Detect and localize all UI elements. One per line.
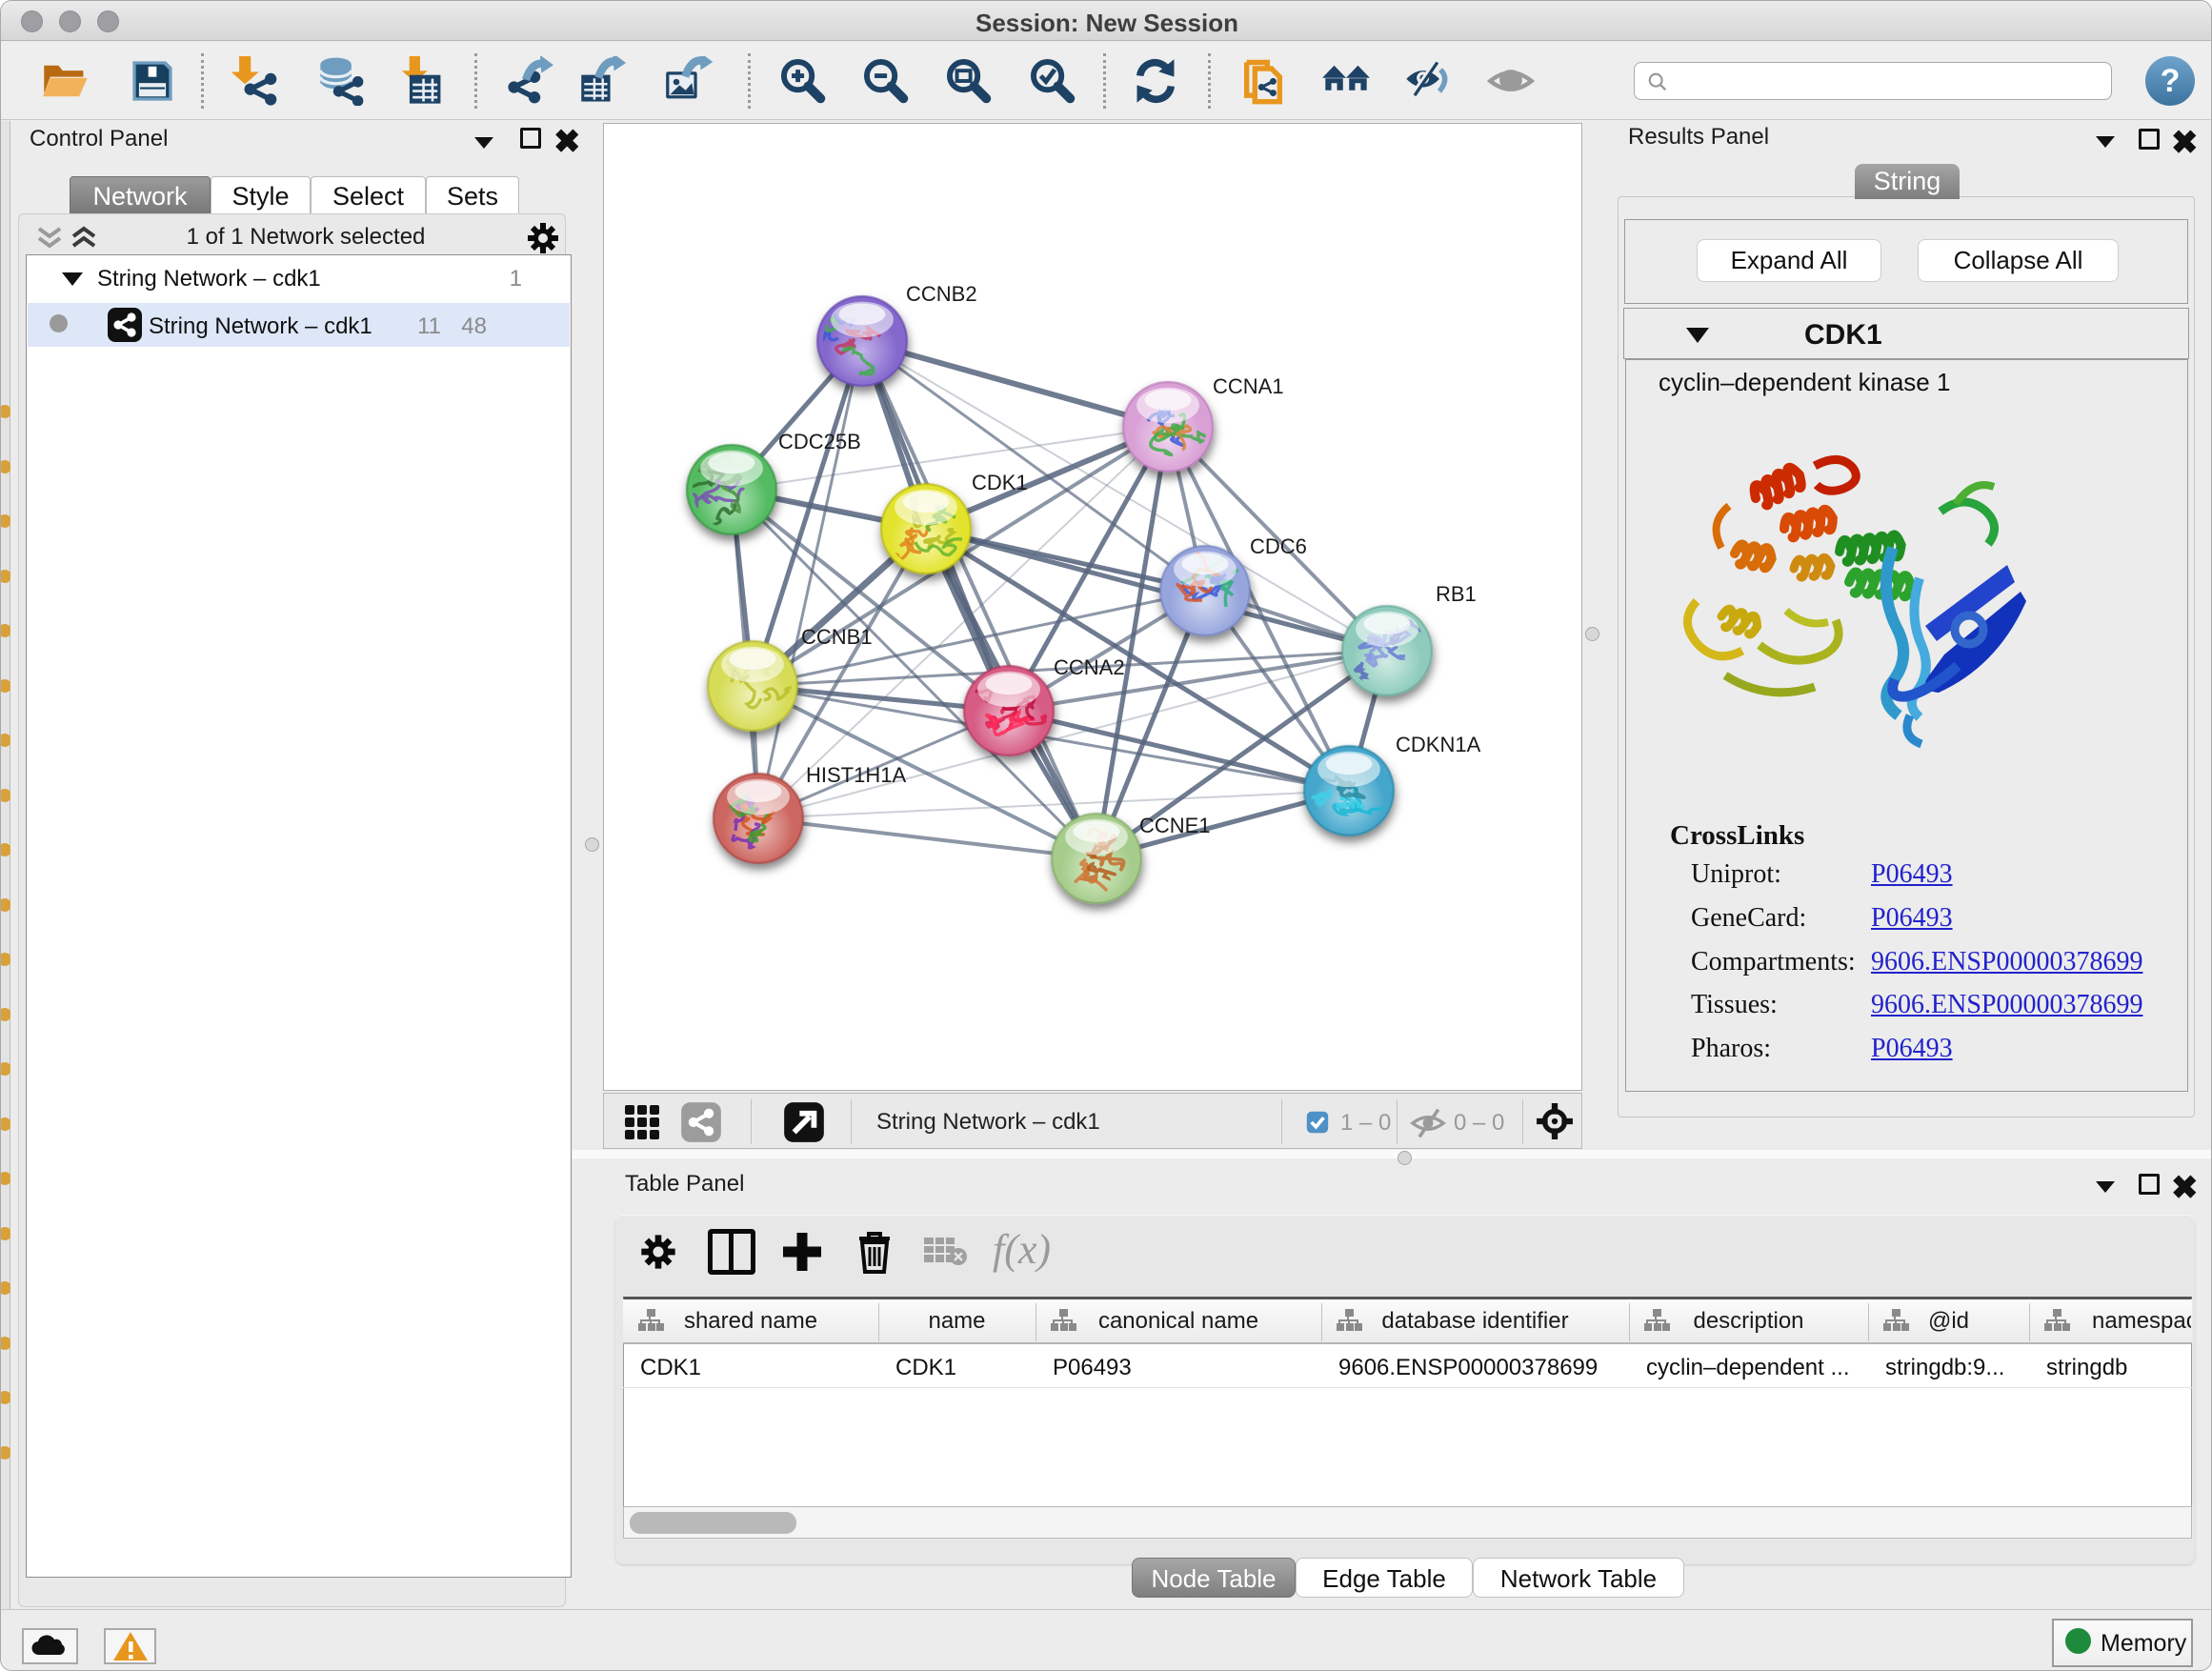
svg-text:CDKN1A: CDKN1A <box>1396 733 1481 756</box>
svg-text:RB1: RB1 <box>1436 582 1477 606</box>
svg-text:CDC6: CDC6 <box>1250 534 1307 558</box>
svg-text:CCNA1: CCNA1 <box>1213 374 1284 398</box>
svg-text:CCNB1: CCNB1 <box>801 625 873 649</box>
svg-text:CDK1: CDK1 <box>972 471 1028 494</box>
svg-text:CCNE1: CCNE1 <box>1139 814 1211 837</box>
svg-text:CCNA2: CCNA2 <box>1054 655 1125 679</box>
svg-text:CCNB2: CCNB2 <box>906 282 977 306</box>
svg-text:CDC25B: CDC25B <box>778 430 861 453</box>
svg-text:HIST1H1A: HIST1H1A <box>806 763 906 787</box>
